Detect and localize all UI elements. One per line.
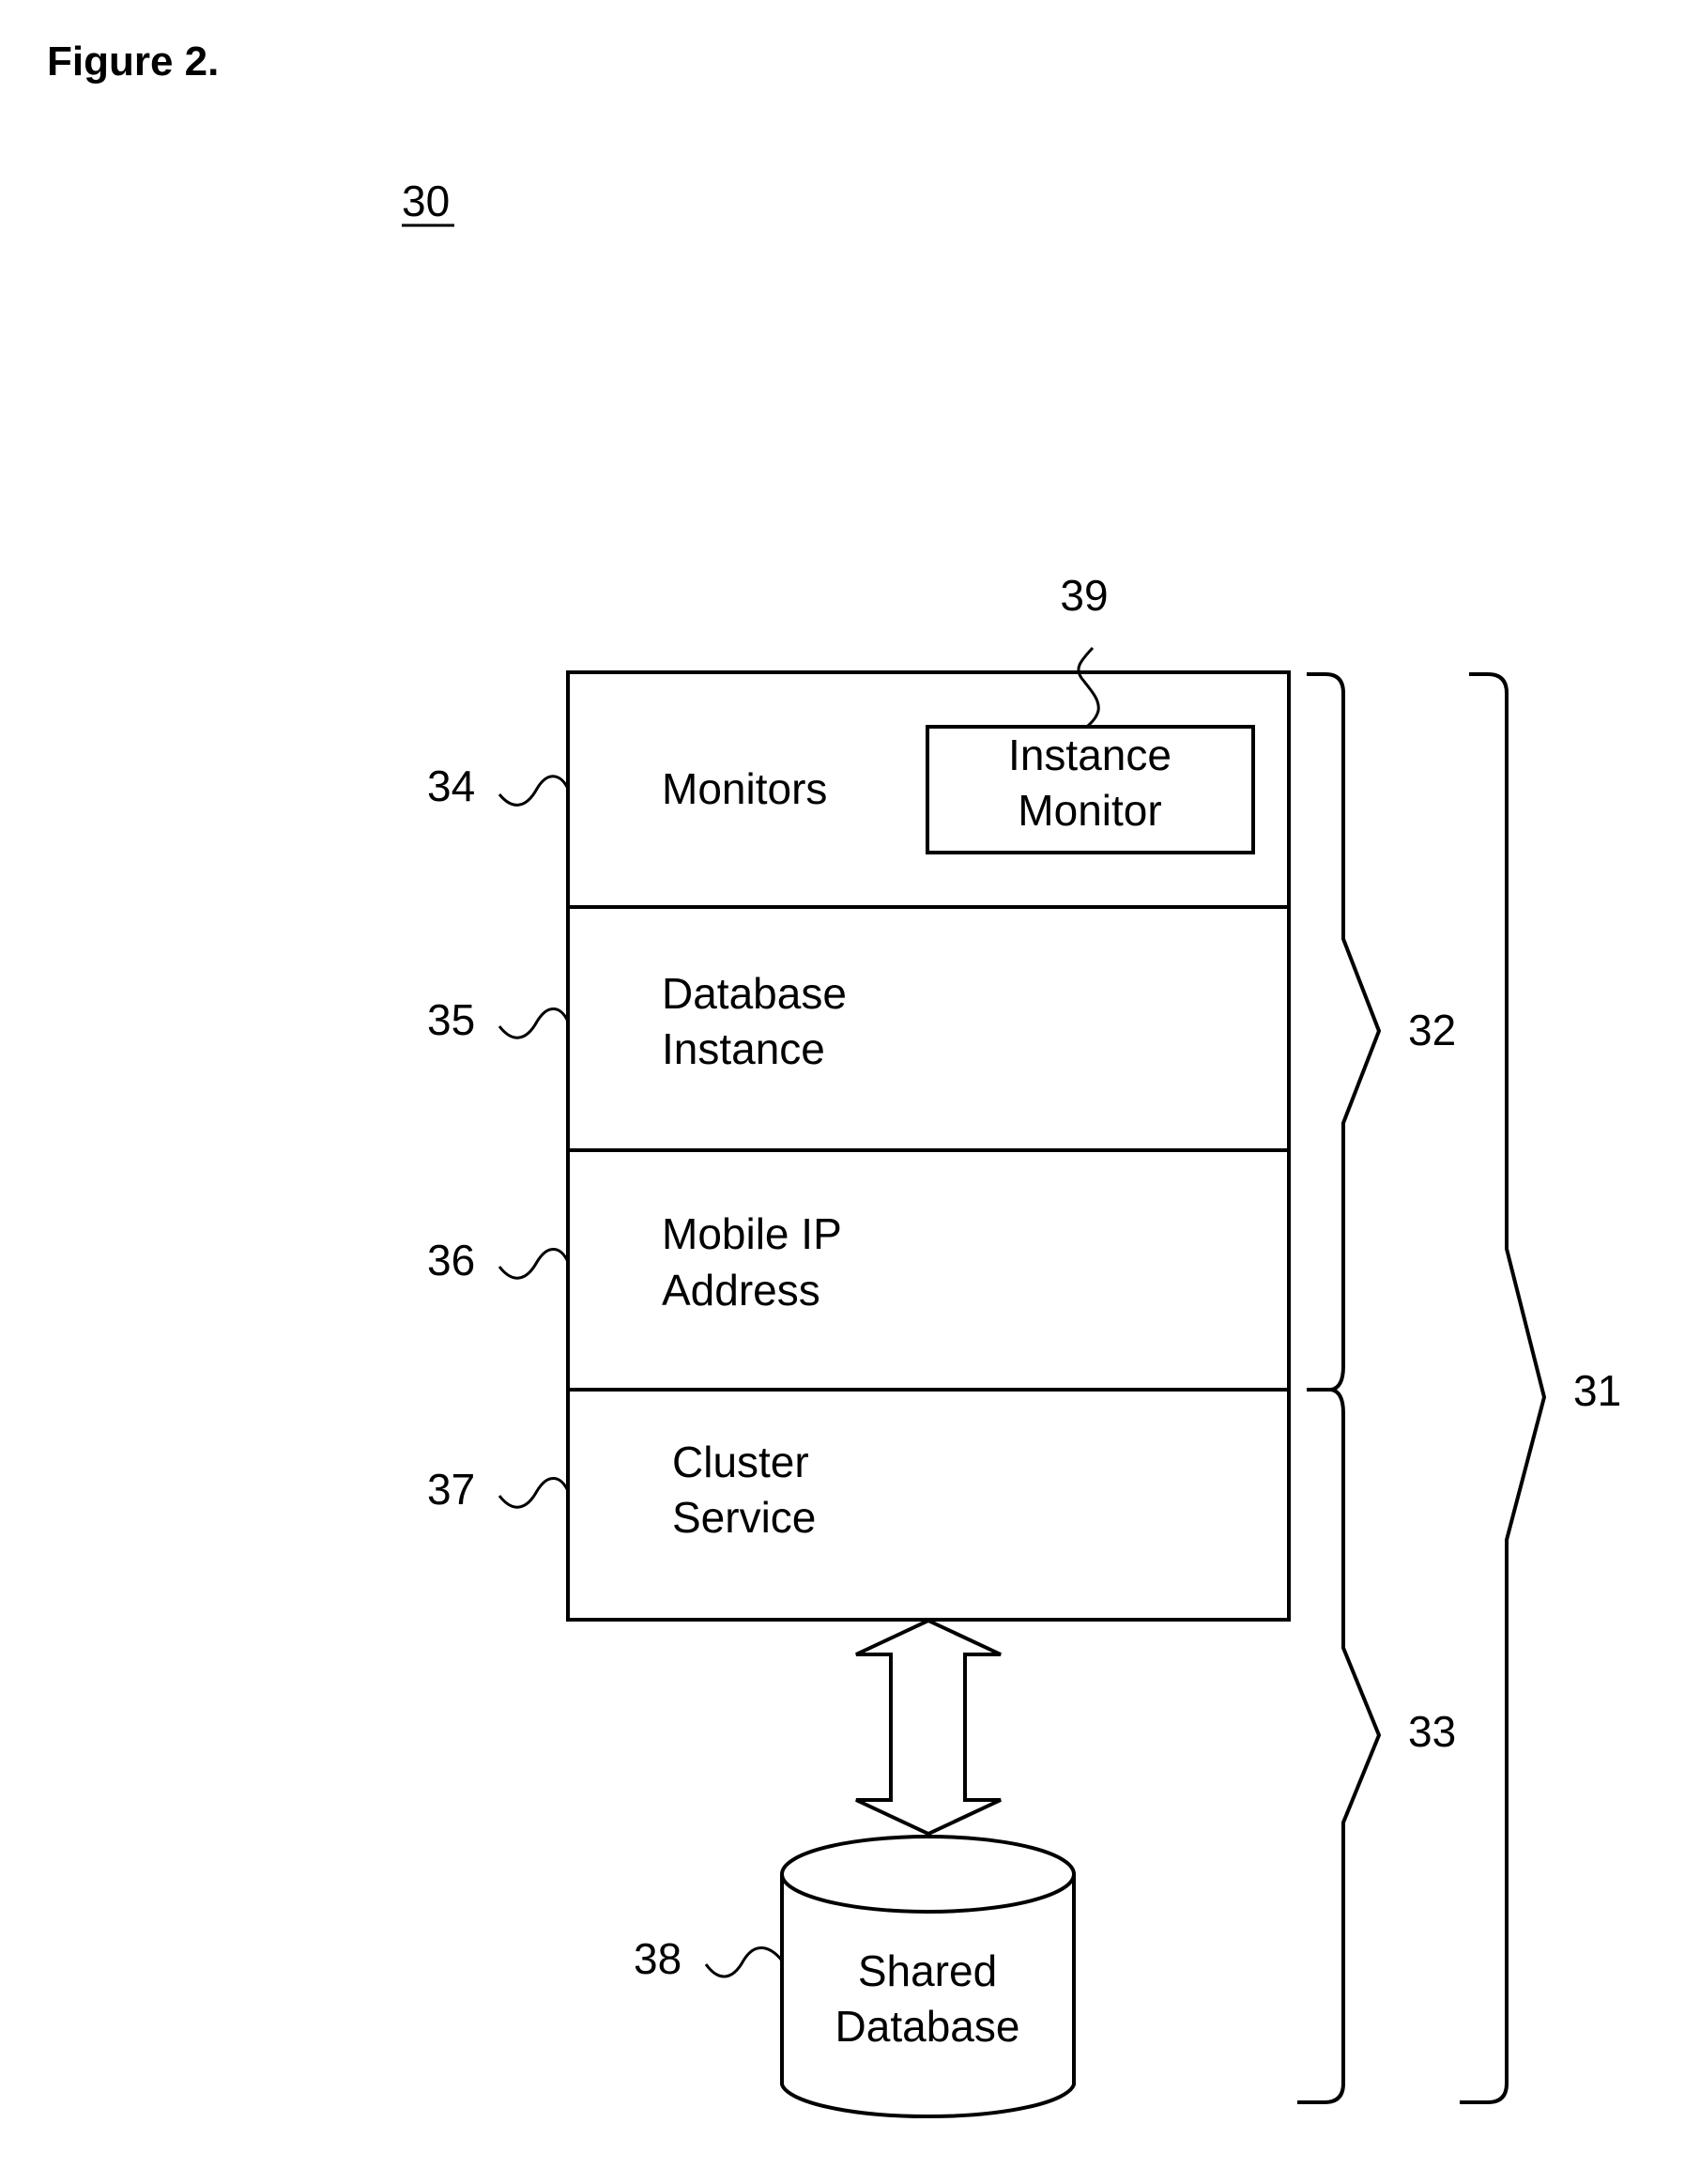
layer-label-line1: Cluster	[672, 1438, 809, 1486]
instance-monitor-label-line1: Instance	[1008, 731, 1172, 779]
layer-label-line1: Mobile IP	[662, 1209, 842, 1258]
figure-title: Figure 2.	[47, 38, 219, 85]
leader-squiggle-icon	[498, 1248, 570, 1280]
layer-label-line2: Service	[672, 1493, 816, 1542]
reference-number: 36	[427, 1236, 475, 1284]
database-label-line2: Database	[835, 2002, 1020, 2051]
leader-squiggle-icon	[498, 1477, 570, 1509]
brace-icon	[1297, 1388, 1382, 2104]
leader-squiggle-icon	[704, 1946, 784, 1978]
leader-squiggle-icon	[498, 775, 570, 807]
database-label-line1: Shared	[858, 1946, 997, 1995]
layer-database-instance: Database Instance 35	[427, 969, 847, 1073]
reference-number: 34	[427, 761, 475, 810]
brace-31: 31	[1460, 672, 1621, 2104]
bidirectional-arrow-icon	[855, 1618, 1002, 1837]
layer-cluster-service: Cluster Service 37	[427, 1438, 816, 1542]
layer-label-line2: Instance	[662, 1024, 825, 1073]
reference-number: 39	[1060, 571, 1108, 620]
reference-number: 37	[427, 1465, 475, 1514]
brace-reference-number: 32	[1408, 1006, 1456, 1054]
figure-reference-number: 30	[402, 177, 450, 225]
brace-icon	[1460, 672, 1547, 2104]
leader-squiggle-icon	[498, 1007, 570, 1039]
layer-label: Monitors	[662, 764, 827, 813]
reference-number: 35	[427, 995, 475, 1044]
layer-monitors: Monitors 34	[427, 761, 827, 813]
database-cylinder-top	[780, 1835, 1076, 1914]
instance-monitor: Instance Monitor 39	[926, 571, 1255, 854]
layer-mobile-ip-address: Mobile IP Address 36	[427, 1209, 842, 1315]
brace-icon	[1307, 672, 1382, 1392]
figure-canvas: Figure 2. 30 Monitors 34 Instance Monito…	[47, 38, 1621, 2119]
leader-squiggle-icon	[1077, 646, 1100, 729]
layer-label-line2: Address	[662, 1266, 820, 1315]
layer-label-line1: Database	[662, 969, 847, 1018]
brace-reference-number: 33	[1408, 1707, 1456, 1756]
instance-monitor-label-line2: Monitor	[1018, 786, 1161, 835]
reference-number: 38	[634, 1934, 682, 1983]
brace-32: 32	[1307, 672, 1456, 1392]
brace-33: 33	[1297, 1388, 1456, 2104]
shared-database: Shared Database 38	[634, 1835, 1076, 2119]
brace-reference-number: 31	[1573, 1366, 1621, 1415]
